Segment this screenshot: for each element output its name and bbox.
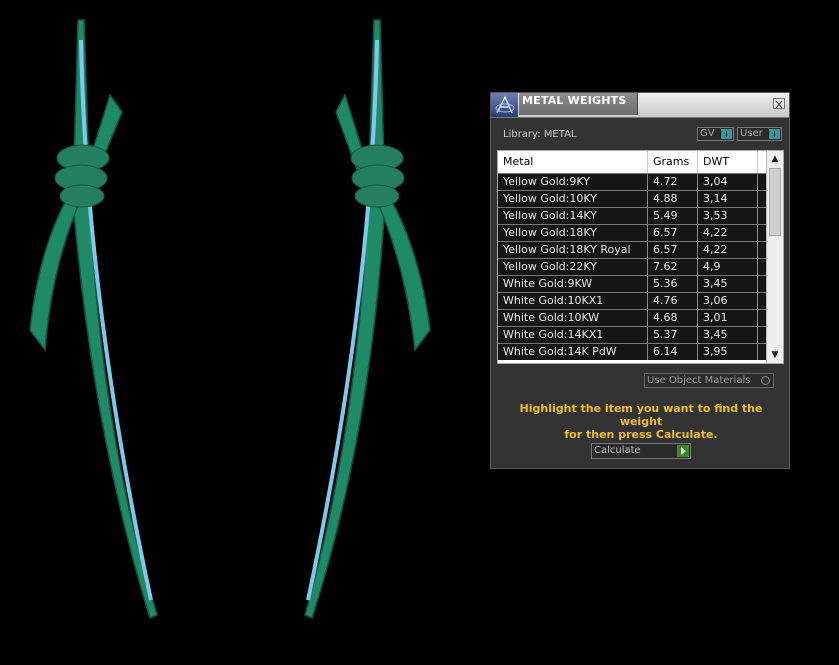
title-box: METAL WEIGHTS xyxy=(519,93,638,115)
column-header-metal[interactable]: Metal xyxy=(498,151,648,173)
gv-toggle-label: GV xyxy=(700,128,715,139)
table-row[interactable]: Yellow Gold:14KY 5.49 3,53 xyxy=(498,207,768,224)
scroll-up-icon[interactable]: ▲ xyxy=(767,151,783,167)
use-object-materials-option[interactable]: Use Object Materials xyxy=(644,373,774,388)
cell-grams: 4.88 xyxy=(648,191,698,207)
cell-metal: White Gold:10KX1 xyxy=(498,293,648,309)
cell-dwt: 3,01 xyxy=(698,310,758,326)
table-row[interactable]: White Gold:9KW 5.36 3,45 xyxy=(498,275,768,292)
cell-metal: Yellow Gold:22KY xyxy=(498,259,648,275)
column-header-dwt[interactable]: DWT xyxy=(698,151,758,173)
cell-dwt: 4,22 xyxy=(698,225,758,241)
cell-grams: 5.49 xyxy=(648,208,698,224)
app-logo-icon xyxy=(491,93,518,117)
table-row[interactable]: White Gold:14K PdW 6.14 3,95 xyxy=(498,343,768,360)
cell-dwt: 3,45 xyxy=(698,276,758,292)
cell-metal: White Gold:9KW xyxy=(498,276,648,292)
cell-grams: 5.37 xyxy=(648,327,698,343)
toggle-switch-icon xyxy=(720,129,732,139)
cell-grams: 6.57 xyxy=(648,242,698,258)
panel-title: METAL WEIGHTS xyxy=(522,94,627,107)
table-row[interactable]: Yellow Gold:22KY 7.62 4,9 xyxy=(498,258,768,275)
cell-grams: 5.36 xyxy=(648,276,698,292)
table-row[interactable]: Yellow Gold:18KY Royal 6.57 4,22 xyxy=(498,241,768,258)
cell-metal: Yellow Gold:9KY xyxy=(498,174,648,190)
table-scrollbar[interactable]: ▲ ▼ xyxy=(766,151,783,363)
cell-dwt: 3,06 xyxy=(698,293,758,309)
table-row[interactable]: White Gold:14KX1 5.37 3,45 xyxy=(498,326,768,343)
cell-dwt: 3,95 xyxy=(698,344,758,360)
instruction-text: Highlight the item you want to find the … xyxy=(501,402,781,441)
use-object-materials-label: Use Object Materials xyxy=(647,375,751,386)
scroll-thumb[interactable] xyxy=(769,168,781,236)
cell-metal: Yellow Gold:18KY xyxy=(498,225,648,241)
gv-toggle[interactable]: GV xyxy=(697,127,734,141)
cell-dwt: 4,9 xyxy=(698,259,758,275)
user-toggle[interactable]: User xyxy=(737,127,782,141)
table-row[interactable]: White Gold:10KX1 4.76 3,06 xyxy=(498,292,768,309)
left-earring-model xyxy=(29,19,158,620)
library-label: Library: METAL xyxy=(503,129,577,140)
cell-metal: Yellow Gold:10KY xyxy=(498,191,648,207)
scroll-down-icon[interactable]: ▼ xyxy=(767,347,783,363)
cell-grams: 4.76 xyxy=(648,293,698,309)
cell-dwt: 3,53 xyxy=(698,208,758,224)
cell-grams: 6.57 xyxy=(648,225,698,241)
play-arrow-icon xyxy=(677,445,689,457)
toggle-switch-icon xyxy=(768,129,780,139)
table-row[interactable]: Yellow Gold:9KY 4.72 3,04 xyxy=(498,173,768,190)
table-row[interactable]: Yellow Gold:10KY 4.88 3,14 xyxy=(498,190,768,207)
metal-table: Metal Grams DWT Yellow Gold:9KY 4.72 3,04 Y… xyxy=(497,150,784,364)
cell-grams: 4.68 xyxy=(648,310,698,326)
table-header: Metal Grams DWT xyxy=(498,151,768,173)
cell-metal: White Gold:10KW xyxy=(498,310,648,326)
instruction-line-2: for then press Calculate. xyxy=(564,428,718,441)
table-row[interactable]: White Gold:10KW 4.68 3,01 xyxy=(498,309,768,326)
cell-dwt: 3,04 xyxy=(698,174,758,190)
cell-dwt: 4,22 xyxy=(698,242,758,258)
close-button[interactable] xyxy=(773,98,785,109)
calculate-label: Calculate xyxy=(594,445,641,456)
cell-grams: 6.14 xyxy=(648,344,698,360)
instruction-line-1: Highlight the item you want to find the … xyxy=(519,402,763,428)
cell-metal: White Gold:14KX1 xyxy=(498,327,648,343)
cell-dwt: 3,45 xyxy=(698,327,758,343)
cell-metal: White Gold:14K PdW xyxy=(498,344,648,360)
radio-icon xyxy=(761,376,770,385)
cell-metal: Yellow Gold:18KY Royal xyxy=(498,242,648,258)
user-toggle-label: User xyxy=(740,128,763,139)
right-earring-model xyxy=(304,19,431,620)
column-header-grams[interactable]: Grams xyxy=(648,151,698,173)
metal-weights-panel: METAL WEIGHTS Library: METAL GV User Met… xyxy=(490,92,790,469)
calculate-button[interactable]: Calculate xyxy=(591,443,691,459)
cell-dwt: 3,14 xyxy=(698,191,758,207)
close-icon xyxy=(775,100,783,109)
cell-grams: 7.62 xyxy=(648,259,698,275)
panel-titlebar[interactable]: METAL WEIGHTS xyxy=(491,93,789,118)
table-body: Yellow Gold:9KY 4.72 3,04 Yellow Gold:10KY 4… xyxy=(498,173,768,360)
cell-grams: 4.72 xyxy=(648,174,698,190)
table-row[interactable]: Yellow Gold:18KY 6.57 4,22 xyxy=(498,224,768,241)
cell-metal: Yellow Gold:14KY xyxy=(498,208,648,224)
